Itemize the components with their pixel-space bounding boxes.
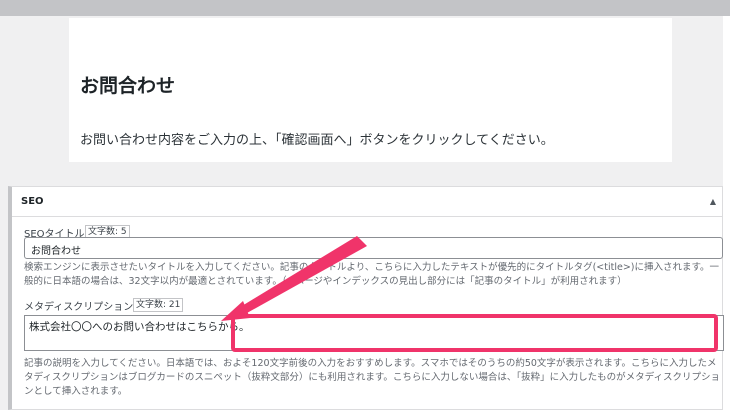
meta-description-help: 記事の説明を入力してください。日本語では、およそ120文字前後の入力をおすすめし… xyxy=(24,358,720,397)
seo-title-help: 検索エンジンに表示させたいタイトルを入力してください。記事のタイトルより、こちら… xyxy=(24,262,720,287)
seo-title-input[interactable]: お問合わせ xyxy=(24,237,723,259)
page-title: お問合わせ xyxy=(80,75,176,97)
seo-panel-title: SEO xyxy=(21,196,44,207)
content-preview: お問合わせ お問い合わせ内容をご入力の上、「確認画面へ」ボタンをクリックしてくだ… xyxy=(69,18,672,162)
triangle-up-icon[interactable]: ▲ xyxy=(710,197,716,206)
page-description: お問い合わせ内容をご入力の上、「確認画面へ」ボタンをクリックしてください。 xyxy=(80,133,554,148)
seo-panel-header[interactable]: SEO ▲ xyxy=(12,187,722,217)
seo-panel: SEO ▲ SEOタイトル 文字数: 5 お問合わせ 検索エンジンに表示させたい… xyxy=(8,186,724,410)
top-bar xyxy=(0,0,730,16)
meta-description-label: メタディスクリプション xyxy=(24,302,134,313)
meta-description-textarea[interactable]: 株式会社〇〇へのお問い合わせはこちらから。 xyxy=(24,315,724,351)
right-edge xyxy=(723,16,730,410)
meta-description-char-count: 文字数: 21 xyxy=(133,298,184,312)
